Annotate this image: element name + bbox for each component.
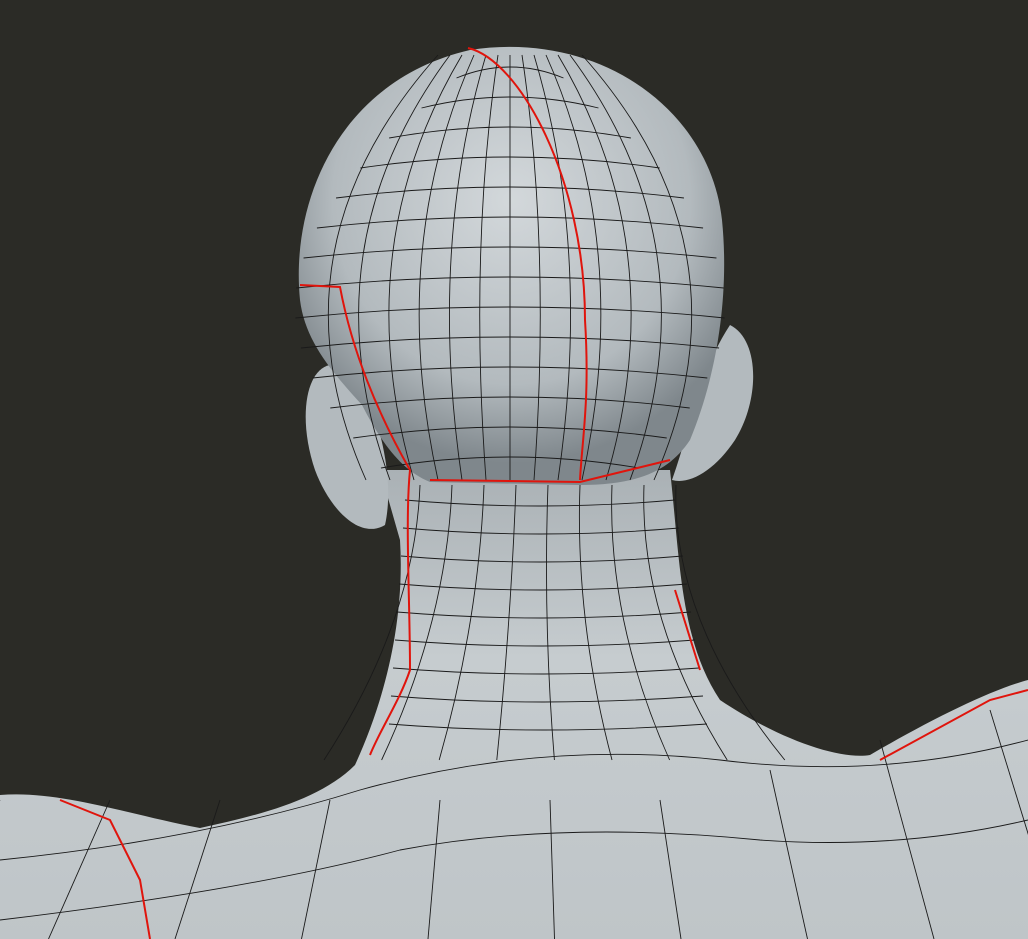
mesh-render xyxy=(0,46,1028,939)
body-mesh xyxy=(0,46,1028,939)
3d-viewport[interactable] xyxy=(0,0,1028,939)
